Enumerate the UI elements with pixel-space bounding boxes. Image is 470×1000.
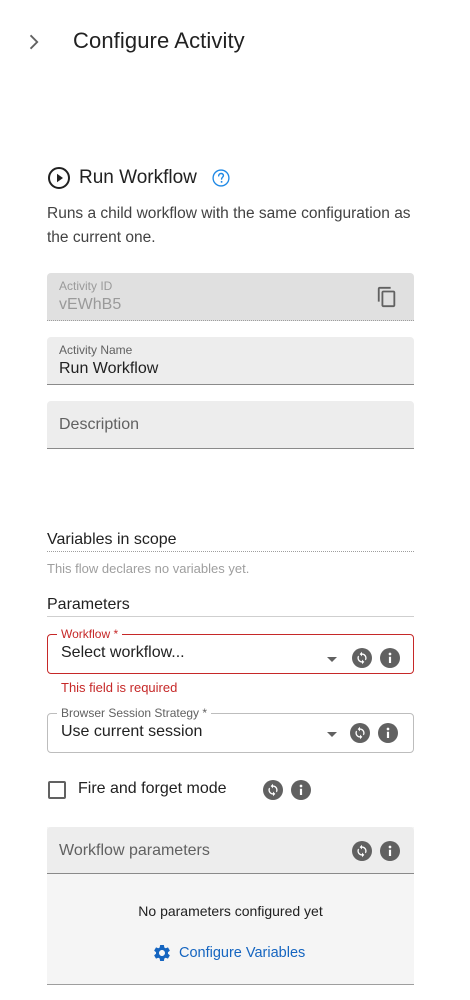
info-icon[interactable]: [380, 648, 400, 668]
caret-down-icon[interactable]: [327, 732, 337, 737]
variables-section-title: Variables in scope: [47, 531, 414, 552]
description-placeholder: Description: [59, 416, 140, 433]
activity-heading: Run Workflow: [47, 166, 231, 190]
activity-name-field[interactable]: Activity Name Run Workflow: [47, 337, 414, 385]
page-title: Configure Activity: [73, 28, 245, 53]
activity-title: Run Workflow: [79, 167, 197, 188]
chevron-right-icon[interactable]: [22, 30, 44, 54]
workflow-select-label: Workflow *: [57, 627, 123, 641]
workflow-parameters-header[interactable]: Workflow parameters: [47, 827, 414, 874]
activity-id-label: Activity ID: [59, 279, 113, 293]
caret-down-icon[interactable]: [327, 657, 337, 662]
info-icon[interactable]: [378, 723, 398, 743]
info-icon[interactable]: [291, 780, 311, 800]
help-circle-icon[interactable]: [211, 168, 231, 188]
activity-id-value: vEWhB5: [59, 296, 122, 313]
workflow-parameters-panel: Workflow parameters No parameters config…: [47, 827, 414, 985]
workflow-select-value[interactable]: Select workflow...: [61, 644, 185, 662]
browser-session-select[interactable]: Browser Session Strategy * Use current s…: [47, 706, 414, 753]
workflow-parameters-title: Workflow parameters: [59, 842, 210, 859]
variables-empty-text: This flow declares no variables yet.: [47, 561, 250, 576]
info-icon[interactable]: [380, 841, 400, 861]
copy-icon[interactable]: [376, 286, 398, 308]
parameters-section-title: Parameters: [47, 596, 414, 617]
workflow-select[interactable]: Workflow * Select workflow...: [47, 627, 414, 674]
activity-description: Runs a child workflow with the same conf…: [47, 205, 411, 246]
fire-and-forget-checkbox[interactable]: [48, 781, 66, 799]
browser-session-value[interactable]: Use current session: [61, 723, 202, 741]
sync-icon[interactable]: [350, 723, 370, 743]
gear-icon: [154, 945, 170, 961]
sync-icon[interactable]: [263, 780, 283, 800]
activity-id-field: Activity ID vEWhB5: [47, 273, 414, 321]
sync-icon[interactable]: [352, 841, 372, 861]
workflow-parameters-empty-text: No parameters configured yet: [138, 903, 323, 919]
activity-name-value[interactable]: Run Workflow: [59, 360, 158, 378]
configure-variables-label[interactable]: Configure Variables: [179, 945, 305, 961]
configure-variables-button[interactable]: Configure Variables: [152, 943, 305, 963]
sync-icon[interactable]: [352, 648, 372, 668]
play-circle-icon: [48, 167, 70, 189]
browser-session-label: Browser Session Strategy *: [57, 706, 212, 720]
fire-and-forget-label: Fire and forget mode: [78, 780, 227, 797]
header: Configure Activity: [0, 0, 470, 84]
description-field[interactable]: Description: [47, 401, 414, 449]
workflow-error-text: This field is required: [61, 680, 178, 695]
activity-name-label: Activity Name: [59, 343, 133, 357]
